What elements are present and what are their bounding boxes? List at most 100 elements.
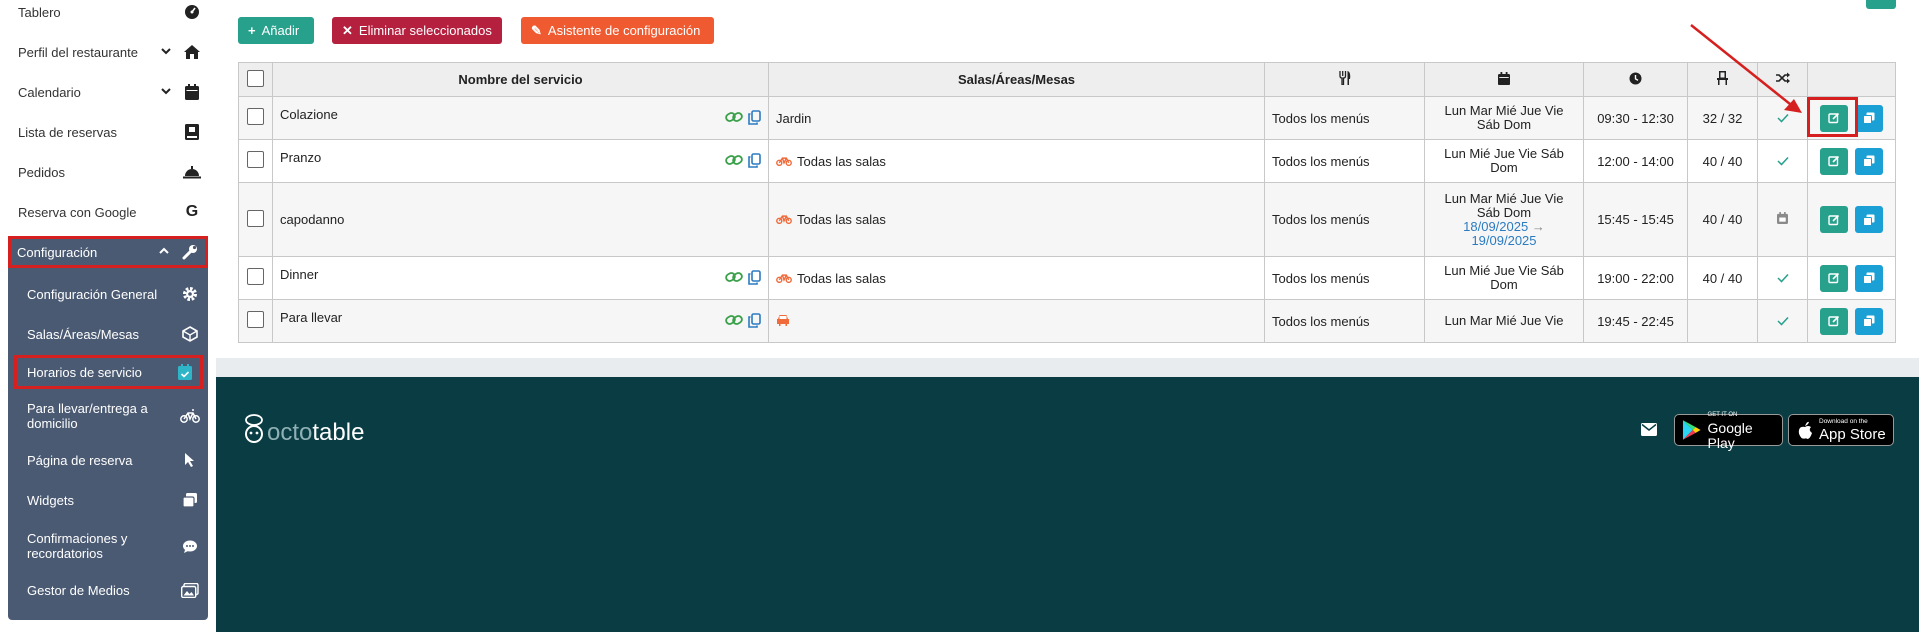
top-right-button[interactable] [1866,0,1896,9]
column-header-actions [1807,62,1896,97]
column-header-rooms[interactable]: Salas/Áreas/Mesas [768,62,1265,97]
delete-selected-button[interactable]: ✕ Eliminar seleccionados [332,17,502,44]
menu-cell: Todos los menús [1264,299,1425,343]
duplicate-button[interactable] [1855,307,1883,335]
row-checkbox[interactable] [247,108,264,125]
gear-icon [180,286,200,302]
row-checkbox[interactable] [247,311,264,328]
submenu-item-widgets[interactable]: Widgets [8,486,208,514]
submenu-item-medios[interactable]: Gestor de Medios [8,576,208,604]
menu-cell: Todos los menús [1264,139,1425,183]
row-select-cell [238,256,273,300]
images-icon [180,582,200,598]
column-header-menu[interactable] [1264,62,1425,97]
google-play-badge[interactable]: GET IT ON Google Play [1674,412,1783,450]
edit-button[interactable] [1820,264,1848,292]
copy-icon[interactable] [748,152,761,171]
rooms-value: Jardin [776,110,812,126]
apple-icon [1798,421,1812,439]
actions-cell [1807,182,1896,257]
clock-icon [1629,72,1642,84]
duplicate-icon [1863,155,1875,167]
copy-icon[interactable] [748,269,761,288]
calendar-icon [182,84,202,100]
edit-button[interactable] [1820,147,1848,175]
table-row[interactable]: Colazione Jardin Todos los menús Lun Mar Mi… [238,96,1896,140]
edit-button[interactable] [1820,307,1848,335]
octotable-logo: octo table [242,414,364,446]
sidebar-item-lista-reservas[interactable]: Lista de reservas [0,112,216,152]
duplicate-button[interactable] [1855,104,1883,132]
submenu-item-label: Horarios de servicio [27,364,142,380]
check-icon [1776,271,1789,286]
service-name: Para llevar [280,309,343,325]
copy-icon[interactable] [748,312,761,331]
duplicate-button[interactable] [1855,206,1883,233]
menu-cell: Todos los menús [1264,256,1425,300]
column-header-name[interactable]: Nombre del servicio [272,62,769,97]
submenu-item-horarios[interactable]: Horarios de servicio [14,355,203,389]
select-all-checkbox[interactable] [247,69,264,87]
add-button[interactable]: + Añadir [238,17,314,44]
duplicate-button[interactable] [1855,264,1883,292]
capacity-cell: 40 / 40 [1687,182,1758,257]
calendar-status-icon [1777,212,1788,227]
link-icon[interactable] [725,153,743,170]
annotation-arrow [1690,24,1802,113]
dashboard-icon [182,4,202,20]
edit-button[interactable] [1820,206,1848,233]
app-store-badge[interactable]: Download on the App Store [1788,414,1894,446]
submenu-item-confirmaciones[interactable]: Confirmaciones y recordatorios [8,526,208,566]
services-table: Nombre del servicio Salas/Áreas/Mesas Co… [238,62,1896,343]
setup-wizard-button[interactable]: ✎ Asistente de configuración [521,17,714,44]
sidebar-item-pedidos[interactable]: Pedidos [0,152,216,192]
submenu-item-salas[interactable]: Salas/Áreas/Mesas [8,320,208,348]
edit-icon [1828,214,1840,226]
submenu-item-label: Salas/Áreas/Mesas [27,326,139,342]
column-header-days[interactable] [1424,62,1584,97]
table-row[interactable]: Para llevar Todos los menús Lun Mar Mié Ju… [238,299,1896,343]
date-range: 18/09/2025 → 19/09/2025 [1432,218,1576,248]
rooms-cell [768,299,1265,343]
service-name-cell: capodanno [272,182,769,257]
service-name-cell: Colazione [272,96,769,140]
submenu-item-general[interactable]: Configuración General [8,280,208,308]
hours-cell: 15:45 - 15:45 [1583,182,1688,257]
google-play-small-text: GET IT ON [1707,411,1738,418]
delete-button-label: Eliminar seleccionados [358,23,492,38]
car-icon [776,314,790,329]
sidebar-item-calendario[interactable]: Calendario [0,72,216,112]
submenu-item-label: Widgets [27,492,74,508]
table-row[interactable]: capodanno Todas las salas Todos los menús L… [238,182,1896,257]
row-checkbox[interactable] [247,209,264,227]
link-icon[interactable] [725,110,743,127]
rooms-value: Todas las salas [797,270,886,286]
table-row[interactable]: Pranzo Todas las salas Todos los menús Lun … [238,139,1896,183]
table-row[interactable]: Dinner Todas las salas Todos los menús Lun … [238,256,1896,300]
edit-icon [1828,315,1840,327]
sidebar-item-tablero[interactable]: Tablero [0,0,216,32]
arrow-right-icon: → [1531,218,1545,234]
sidebar-item-configuracion[interactable]: Configuración [8,236,208,268]
service-name: Colazione [280,106,338,122]
sidebar-item-label: Calendario [18,84,81,100]
link-icon[interactable] [725,313,743,330]
row-checkbox[interactable] [247,268,264,285]
sidebar-item-google[interactable]: Reserva con Google G [0,192,216,232]
row-checkbox[interactable] [247,151,264,168]
submenu-item-para-llevar[interactable]: Para llevar/entrega a domicilio [8,396,208,436]
link-icon[interactable] [725,270,743,287]
duplicate-button[interactable] [1855,147,1883,175]
copy-icon[interactable] [748,109,761,128]
email-icon[interactable] [1641,423,1657,439]
add-button-label: Añadir [261,23,300,38]
date-from: 18/09/2025 [1463,218,1529,234]
submenu-item-pagina[interactable]: Página de reserva [8,446,208,474]
sidebar-item-perfil[interactable]: Perfil del restaurante [0,32,216,72]
bicycle-icon [776,154,792,169]
days-value: Lun Mié Jue Vie Sáb Dom [1444,263,1564,292]
row-select-cell [238,96,273,140]
status-cell [1757,182,1808,257]
days-value: Lun Mié Jue Vie Sáb Dom [1444,146,1564,175]
column-header-hours[interactable] [1583,62,1688,97]
